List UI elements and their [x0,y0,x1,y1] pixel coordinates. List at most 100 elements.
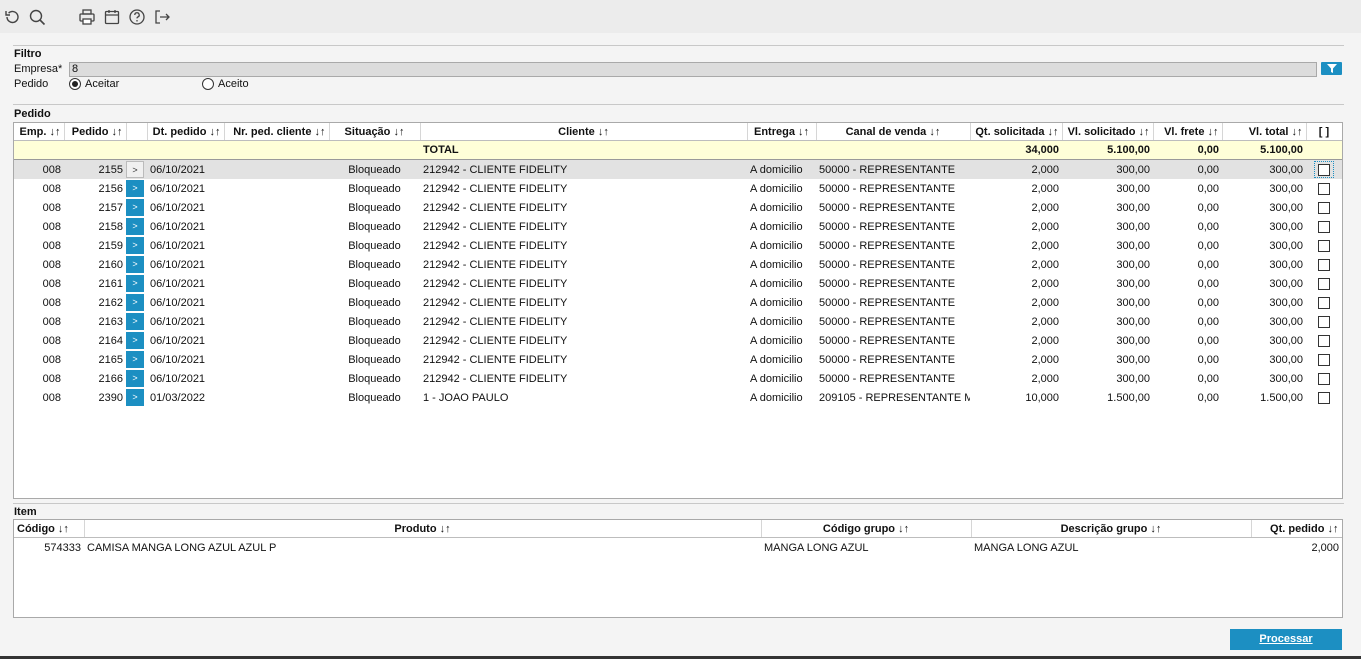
table-row[interactable]: 008 2162 >06/10/2021 Bloqueado 212942 - CLIE… [14,293,1342,312]
cell-nr-ped-cliente [224,198,329,217]
table-row[interactable]: 008 2158 >06/10/2021 Bloqueado 212942 - CLIE… [14,217,1342,236]
cell-emp: 008 [42,372,61,385]
cell-pedido: 2160 [98,258,123,271]
cell-entrega: A domicilio [750,182,803,195]
col-canal-venda[interactable]: Canal de venda ↓↑ [816,123,971,141]
col-qt-pedido[interactable]: Qt. pedido ↓↑ [1251,520,1342,538]
cell-entrega: A domicilio [750,372,803,385]
table-row[interactable]: 008 2166 >06/10/2021 Bloqueado 212942 - CLIE… [14,369,1342,388]
cell-select [1306,388,1342,407]
print-icon[interactable] [78,8,96,26]
col-select-all[interactable]: [ ] [1306,123,1342,141]
cell-codigo: 574333 [44,541,81,554]
cell-vl-frete: 0,00 [1197,334,1219,347]
cell-vl-total: 300,00 [1269,315,1303,328]
cell-dt-pedido: 06/10/2021 [150,220,206,233]
col-qt-solicitada[interactable]: Qt. solicitada ↓↑ [970,123,1063,141]
row-checkbox[interactable] [1318,182,1330,195]
radio-aceitar[interactable] [69,78,81,90]
row-checkbox[interactable] [1318,220,1330,233]
cell-vl-solicitado: 300,00 [1116,220,1150,233]
open-pedido-button[interactable]: > [126,237,144,254]
open-pedido-button[interactable]: > [126,199,144,216]
table-row[interactable]: 008 2160 >06/10/2021 Bloqueado 212942 - CLIE… [14,255,1342,274]
cell-vl-solicitado: 300,00 [1116,239,1150,252]
open-pedido-button[interactable]: > [126,218,144,235]
open-pedido-button[interactable]: > [126,275,144,292]
table-row[interactable]: 008 2165 >06/10/2021 Bloqueado 212942 - CLIE… [14,350,1342,369]
row-checkbox-wrap [1315,257,1333,271]
table-row[interactable]: 008 2163 >06/10/2021 Bloqueado 212942 - CLIE… [14,312,1342,331]
cell-vl-frete: 0,00 [1197,372,1219,385]
table-row[interactable]: 574333 CAMISA MANGA LONG AZUL AZUL P MANGA… [14,538,1342,558]
col-vl-frete[interactable]: Vl. frete ↓↑ [1153,123,1223,141]
open-pedido-button[interactable]: > [126,294,144,311]
col-emp[interactable]: Emp. ↓↑ [14,123,65,141]
cell-entrega: A domicilio [750,334,803,347]
cell-vl-solicitado: 300,00 [1116,182,1150,195]
table-row[interactable]: 008 2155 >06/10/2021 Bloqueado 212942 - CLIE… [14,159,1342,179]
row-checkbox[interactable] [1318,372,1330,385]
col-descricao-grupo[interactable]: Descrição grupo ↓↑ [971,520,1252,538]
open-pedido-button[interactable]: > [126,370,144,387]
filter-button[interactable] [1321,62,1342,75]
cell-situacao: Bloqueado [348,220,401,233]
cell-canal-venda: 50000 - REPRESENTANTE [819,334,956,347]
col-vl-total[interactable]: Vl. total ↓↑ [1222,123,1307,141]
exit-icon[interactable] [153,8,171,26]
row-checkbox[interactable] [1318,353,1330,366]
open-pedido-button[interactable]: > [126,161,144,178]
table-row[interactable]: 008 2161 >06/10/2021 Bloqueado 212942 - CLIE… [14,274,1342,293]
col-nr-ped-cliente[interactable]: Nr. ped. cliente ↓↑ [224,123,330,141]
search-icon[interactable] [28,8,46,26]
table-row[interactable]: 008 2156 >06/10/2021 Bloqueado 212942 - CLIE… [14,179,1342,198]
row-checkbox[interactable] [1318,201,1330,214]
undo-icon[interactable] [3,8,21,26]
row-checkbox-wrap [1315,295,1333,309]
cell-qt-solicitada: 2,000 [1031,182,1059,195]
row-checkbox[interactable] [1318,239,1330,252]
cell-emp: 008 [42,296,61,309]
row-checkbox[interactable] [1318,334,1330,347]
open-pedido-button[interactable]: > [126,313,144,330]
processar-button[interactable]: Processar [1230,629,1342,650]
open-pedido-button[interactable]: > [126,351,144,368]
row-checkbox[interactable] [1318,163,1330,176]
cell-canal-venda: 50000 - REPRESENTANTE [819,220,956,233]
col-produto[interactable]: Produto ↓↑ [84,520,762,538]
open-pedido-button[interactable]: > [126,256,144,273]
cell-vl-total: 300,00 [1269,201,1303,214]
col-codigo[interactable]: Código ↓↑ [14,520,85,538]
table-row[interactable]: 008 2390 >01/03/2022 Bloqueado 1 - JOAO PAUL… [14,388,1342,407]
cell-vl-total: 300,00 [1269,353,1303,366]
col-codigo-grupo[interactable]: Código grupo ↓↑ [761,520,972,538]
cell-dt-pedido: 06/10/2021 [150,372,206,385]
row-checkbox[interactable] [1318,258,1330,271]
table-row[interactable]: 008 2159 >06/10/2021 Bloqueado 212942 - CLIE… [14,236,1342,255]
row-checkbox[interactable] [1318,296,1330,309]
total-label: TOTAL [420,140,747,160]
help-icon[interactable] [128,8,146,26]
cell-canal-venda: 50000 - REPRESENTANTE [819,372,956,385]
col-pedido[interactable]: Pedido ↓↑ [64,123,127,141]
row-checkbox[interactable] [1318,315,1330,328]
col-situacao[interactable]: Situação ↓↑ [329,123,421,141]
radio-aceito[interactable] [202,78,214,90]
cell-nr-ped-cliente [224,274,329,293]
col-vl-solicitado[interactable]: Vl. solicitado ↓↑ [1062,123,1154,141]
open-pedido-button[interactable]: > [126,180,144,197]
cell-vl-total: 300,00 [1269,220,1303,233]
cell-vl-total: 300,00 [1269,296,1303,309]
table-row[interactable]: 008 2164 >06/10/2021 Bloqueado 212942 - CLIE… [14,331,1342,350]
calendar-icon[interactable] [103,8,121,26]
empresa-input[interactable]: 8 [69,62,1317,77]
row-checkbox[interactable] [1318,391,1330,404]
cell-vl-solicitado: 300,00 [1116,277,1150,290]
open-pedido-button[interactable]: > [126,389,144,406]
table-row[interactable]: 008 2157 >06/10/2021 Bloqueado 212942 - CLIE… [14,198,1342,217]
col-dt-pedido[interactable]: Dt. pedido ↓↑ [147,123,225,141]
col-cliente[interactable]: Cliente ↓↑ [420,123,748,141]
col-entrega[interactable]: Entrega ↓↑ [747,123,817,141]
row-checkbox[interactable] [1318,277,1330,290]
open-pedido-button[interactable]: > [126,332,144,349]
